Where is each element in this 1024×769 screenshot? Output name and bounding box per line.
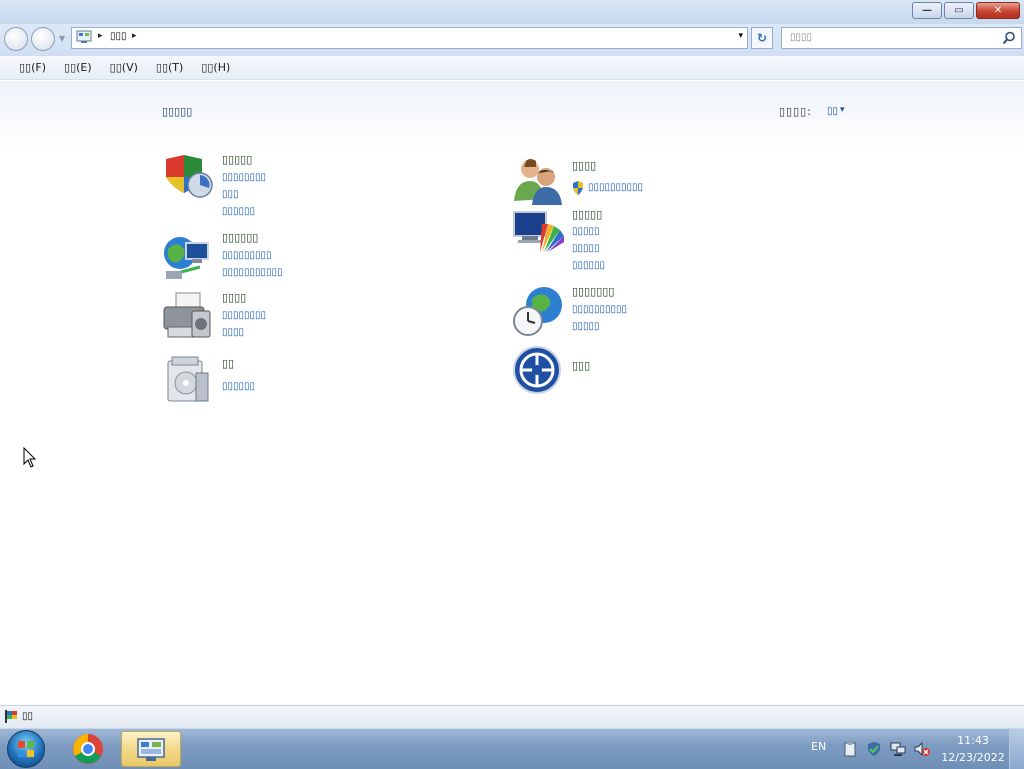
category-title[interactable]: ▯▯▯▯▯ xyxy=(572,208,602,221)
category-programs: ▯▯ ▯▯▯▯▯▯ xyxy=(162,355,462,405)
view-by-label: ▯▯▯▯: xyxy=(779,105,812,118)
clipboard-icon[interactable] xyxy=(842,741,858,757)
shield-icon[interactable] xyxy=(162,153,214,205)
mouse-cursor-icon xyxy=(23,447,37,468)
category-link[interactable]: ▯▯▯ xyxy=(222,189,239,200)
category-link[interactable]: ▯▯▯▯▯ xyxy=(572,226,600,237)
category-appearance: ▯▯▯▯▯ ▯▯▯▯▯ ▯▯▯▯▯ ▯▯▯▯▯▯ xyxy=(512,208,812,278)
address-dropdown-icon[interactable]: ▾ xyxy=(738,31,743,41)
users-icon[interactable] xyxy=(512,155,564,207)
search-placeholder: ▯▯▯▯ xyxy=(790,32,813,43)
network-icon[interactable] xyxy=(890,741,906,757)
category-title[interactable]: ▯▯▯▯▯▯▯ xyxy=(572,285,614,298)
control-panel-icon xyxy=(137,738,165,761)
window-controls: — ▭ ✕ xyxy=(912,2,1020,19)
category-network-internet: ▯▯▯▯▯▯ ▯▯▯▯▯▯▯▯▯ ▯▯▯▯▯▯▯▯▯▯▯ xyxy=(162,231,462,283)
close-button[interactable]: ✕ xyxy=(976,2,1020,19)
uac-shield-icon xyxy=(573,181,583,195)
search-input[interactable]: ▯▯▯▯ xyxy=(781,27,1022,49)
back-button[interactable] xyxy=(4,27,28,51)
category-link[interactable]: ▯▯▯▯▯▯ xyxy=(222,206,255,217)
category-link[interactable]: ▯▯▯▯▯▯▯▯▯▯▯ xyxy=(222,267,283,278)
category-link[interactable]: ▯▯▯▯▯▯▯▯▯▯ xyxy=(572,304,627,315)
menu-file[interactable]: ▯▯(F) xyxy=(16,60,49,75)
category-title[interactable]: ▯▯▯▯▯▯ xyxy=(222,231,258,244)
category-link[interactable]: ▯▯▯▯ xyxy=(222,327,244,338)
clock-date[interactable]: 12/23/2022 xyxy=(938,751,1008,764)
breadcrumb-separator[interactable]: ▸ xyxy=(98,31,103,41)
page-title: ▯▯▯▯▯ xyxy=(162,105,193,118)
category-title[interactable]: ▯▯▯▯ xyxy=(222,291,246,304)
category-link[interactable]: ▯▯▯▯▯▯▯▯▯ xyxy=(222,250,272,261)
forward-button[interactable] xyxy=(31,27,55,51)
printer-icon[interactable] xyxy=(162,291,214,343)
flag-icon xyxy=(5,710,17,723)
recent-pages-dropdown[interactable]: ▼ xyxy=(59,34,65,43)
category-clock-region: ▯▯▯▯▯▯▯ ▯▯▯▯▯▯▯▯▯▯ ▯▯▯▯▯ xyxy=(512,285,812,337)
menu-help[interactable]: ▯▯(H) xyxy=(198,60,233,75)
taskbar: EN 11:43 12/23/2022 xyxy=(0,728,1024,769)
programs-icon[interactable] xyxy=(162,355,214,407)
volume-muted-icon[interactable] xyxy=(914,741,930,757)
category-link[interactable]: ▯▯▯▯▯▯ xyxy=(222,381,255,392)
window-titlebar[interactable]: — ▭ ✕ xyxy=(0,0,1024,24)
category-hardware-sound: ▯▯▯▯ ▯▯▯▯▯▯▯▯ ▯▯▯▯ xyxy=(162,291,462,343)
category-ease-of-access: ▯▯▯ xyxy=(512,345,812,395)
restore-button[interactable]: ▭ xyxy=(944,2,974,19)
category-link[interactable]: ▯▯▯▯▯ xyxy=(572,321,600,332)
show-desktop-button[interactable] xyxy=(1009,729,1024,769)
category-link[interactable]: ▯▯▯▯▯▯ xyxy=(572,260,605,271)
windows-logo-icon xyxy=(18,741,34,757)
category-title[interactable]: ▯▯▯▯ xyxy=(572,159,596,172)
view-by-chevron-icon[interactable]: ▾ xyxy=(840,105,845,115)
search-icon[interactable] xyxy=(1002,31,1016,45)
breadcrumb-separator[interactable]: ▸ xyxy=(132,31,137,41)
category-title[interactable]: ▯▯ xyxy=(222,357,234,370)
control-panel-icon xyxy=(76,30,92,43)
category-link[interactable]: ▯▯▯▯▯ xyxy=(572,243,600,254)
menu-view[interactable]: ▯▯(V) xyxy=(107,60,141,75)
start-button[interactable] xyxy=(7,730,45,768)
category-link[interactable]: ▯▯▯▯▯▯▯▯ xyxy=(222,310,266,321)
refresh-button[interactable]: ↻ xyxy=(751,27,773,49)
status-text: ▯▯ xyxy=(22,711,34,722)
menu-tools[interactable]: ▯▯(T) xyxy=(153,60,186,75)
menu-bar: ▯▯(F) ▯▯(E) ▯▯(V) ▯▯(T) ▯▯(H) xyxy=(0,56,1024,80)
view-by-dropdown[interactable]: ▯▯ xyxy=(827,106,838,117)
category-link[interactable]: ▯▯▯▯▯▯▯▯ xyxy=(222,172,266,183)
category-title[interactable]: ▯▯▯ xyxy=(572,359,590,372)
address-bar[interactable]: ▸ ▯▯▯ ▸ ▾ xyxy=(71,27,748,49)
control-panel-content: ▯▯▯▯▯ ▯▯▯▯: ▯▯ ▾ ▯▯▯▯▯ ▯▯▯▯▯▯▯▯ ▯▯▯ ▯▯▯▯… xyxy=(0,81,1024,705)
appearance-icon[interactable] xyxy=(512,208,564,260)
minimize-button[interactable]: — xyxy=(912,2,942,19)
clock-time[interactable]: 11:43 xyxy=(943,734,1003,747)
breadcrumb-control-panel[interactable]: ▯▯▯ xyxy=(110,31,127,42)
ease-of-access-icon[interactable] xyxy=(512,345,564,397)
chrome-icon[interactable] xyxy=(70,732,106,766)
category-user-accounts: ▯▯▯▯ ▯▯▯▯▯▯▯▯▯▯ xyxy=(512,155,812,205)
category-title[interactable]: ▯▯▯▯▯ xyxy=(222,153,252,166)
security-center-icon[interactable] xyxy=(866,741,882,757)
control-panel-taskbar-button[interactable] xyxy=(121,731,181,767)
category-system-security: ▯▯▯▯▯ ▯▯▯▯▯▯▯▯ ▯▯▯ ▯▯▯▯▯▯ xyxy=(162,153,462,223)
language-indicator[interactable]: EN xyxy=(811,740,826,753)
category-link[interactable]: ▯▯▯▯▯▯▯▯▯▯ xyxy=(588,182,643,193)
clock-globe-icon[interactable] xyxy=(512,285,564,337)
status-bar: ▯▯ xyxy=(0,705,1024,728)
menu-edit[interactable]: ▯▯(E) xyxy=(61,60,95,75)
network-globe-icon[interactable] xyxy=(162,231,214,283)
